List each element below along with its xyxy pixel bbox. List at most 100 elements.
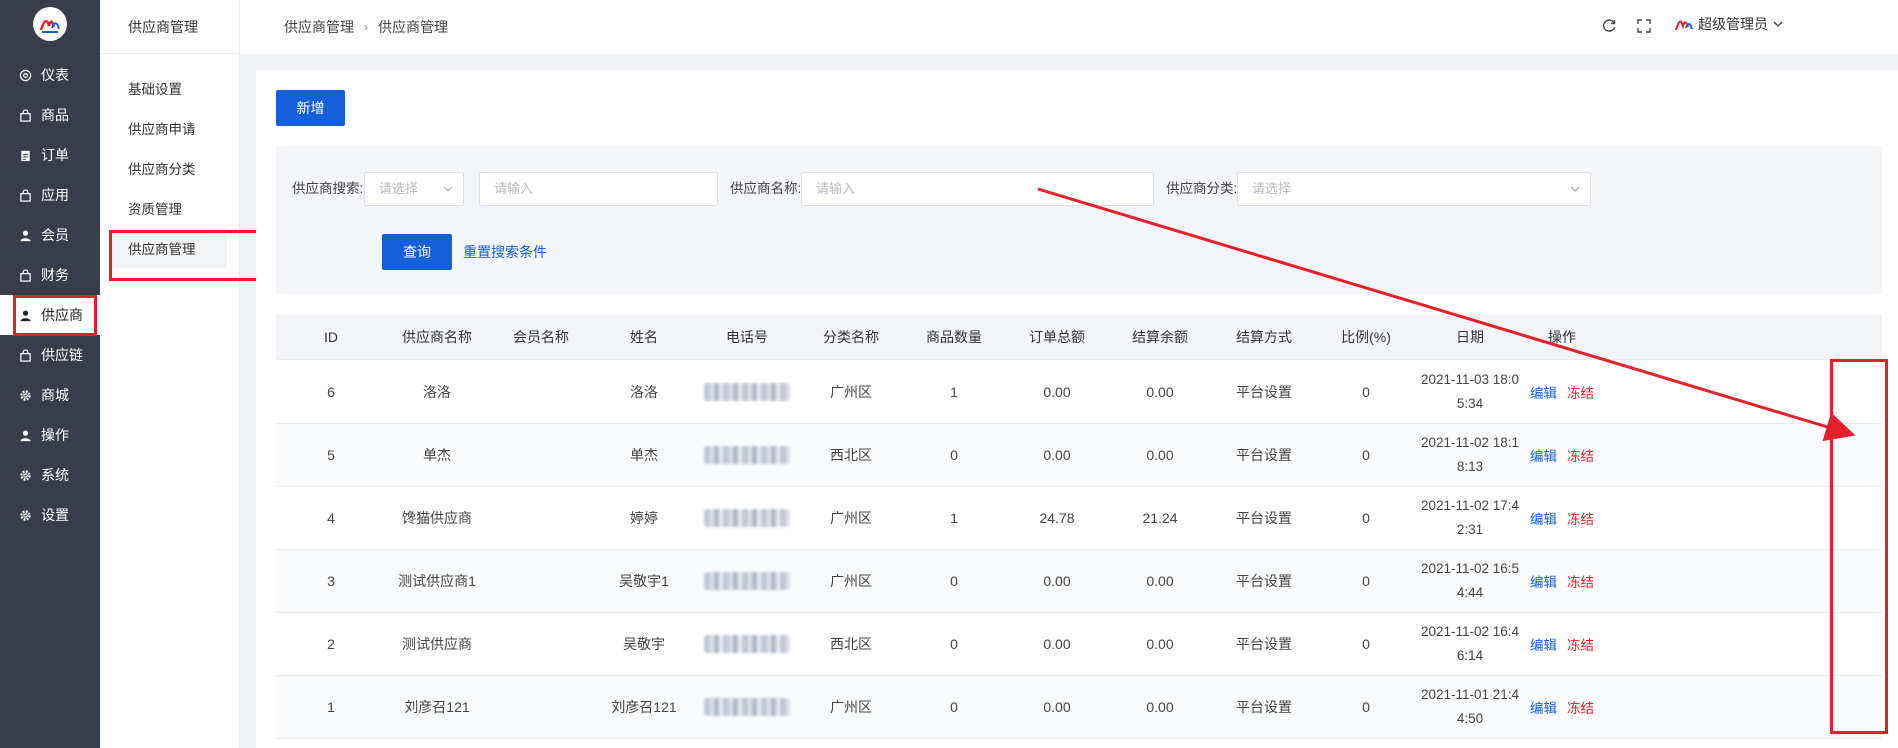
sidebar-item[interactable]: 财务	[0, 255, 100, 295]
cell-member	[496, 676, 586, 738]
column-header: 操作	[1548, 329, 1576, 345]
cell-balance: 0.00	[1146, 384, 1174, 400]
cell-ratio: 0	[1362, 699, 1370, 715]
user-icon	[18, 428, 32, 442]
gear-icon	[18, 468, 32, 482]
cell-method: 平台设置	[1236, 384, 1292, 400]
sidebar-item[interactable]: 仪表	[0, 55, 100, 95]
chevron-down-icon	[1570, 186, 1580, 192]
cell-category: 西北区	[830, 636, 872, 652]
table-row: 3 测试供应商1 吴敬宇1 广州区 0 0.00 0.00 平台设置 0 2021-11-02 1…	[276, 550, 1882, 613]
cell-balance: 0.00	[1146, 699, 1174, 715]
freeze-link[interactable]: 冻结	[1567, 508, 1594, 528]
refresh-icon[interactable]	[1600, 17, 1618, 35]
cell-phone	[697, 613, 797, 675]
cell-method: 平台设置	[1236, 447, 1292, 463]
cell-id: 2	[327, 636, 335, 652]
dashboard-icon	[18, 68, 32, 82]
edit-link[interactable]: 编辑	[1530, 445, 1557, 465]
freeze-link[interactable]: 冻结	[1567, 382, 1594, 402]
cell-balance: 0.00	[1146, 636, 1174, 652]
cell-method: 平台设置	[1236, 699, 1292, 715]
breadcrumb-item: 供应商管理	[378, 19, 448, 35]
table-row: 2 测试供应商 吴敬宇 西北区 0 0.00 0.00 平台设置 0 2021-11-02 16:…	[276, 613, 1882, 676]
freeze-link[interactable]: 冻结	[1567, 571, 1594, 591]
cell-balance: 0.00	[1146, 447, 1174, 463]
supplier-name-input[interactable]: 请输入	[801, 172, 1154, 206]
edit-link[interactable]: 编辑	[1530, 382, 1557, 402]
sidebar-item-label: 设置	[41, 507, 69, 523]
sidebar-item[interactable]: 商城	[0, 375, 100, 415]
sidebar-item[interactable]: 系统	[0, 455, 100, 495]
app-logo[interactable]	[33, 7, 67, 41]
query-button[interactable]: 查询	[382, 234, 452, 270]
cell-member	[496, 361, 586, 423]
cell-method: 平台设置	[1236, 636, 1292, 652]
cell-balance: 21.24	[1142, 510, 1178, 526]
cell-id: 5	[327, 447, 335, 463]
sub-item-basic-settings[interactable]: 基础设置	[100, 68, 240, 108]
supplier-category-label: 供应商分类:	[1166, 181, 1238, 196]
bag-icon	[18, 108, 32, 122]
cell-category: 广州区	[830, 510, 872, 526]
sidebar-item[interactable]: 设置	[0, 495, 100, 535]
sidebar-item-label: 应用	[41, 187, 69, 203]
column-header: 比例(%)	[1341, 329, 1391, 345]
freeze-link[interactable]: 冻结	[1567, 697, 1594, 717]
table-header: ID 供应商名称 会员名称 姓名 电话号 分类名称 商品数量 订单总额 结算余额 结算方式 比例(%…	[276, 314, 1882, 360]
edit-link[interactable]: 编辑	[1530, 697, 1557, 717]
sub-item-qualification[interactable]: 资质管理	[100, 188, 240, 228]
redacted-phone	[704, 383, 790, 401]
cell-goods: 0	[950, 573, 958, 589]
sidebar-item[interactable]: 商品	[0, 95, 100, 135]
sidebar-item[interactable]: 供应链	[0, 335, 100, 375]
redacted-phone	[704, 635, 790, 653]
cell-goods: 0	[950, 636, 958, 652]
cell-actions: 编辑 冻结	[1527, 487, 1597, 549]
cell-total: 0.00	[1043, 699, 1071, 715]
add-button[interactable]: 新增	[276, 90, 345, 126]
edit-link[interactable]: 编辑	[1530, 571, 1557, 591]
sidebar-item[interactable]: 操作	[0, 415, 100, 455]
select-placeholder: 请选择	[379, 181, 419, 196]
breadcrumb-item[interactable]: 供应商管理	[284, 17, 354, 37]
reset-search-link[interactable]: 重置搜索条件	[463, 234, 547, 270]
search-filter: 供应商搜索: 请选择 请输入 供应商名称: 请输入 供应商分类: 请选择 查询 …	[276, 146, 1882, 294]
sub-item-supplier-category[interactable]: 供应商分类	[100, 148, 240, 188]
bag-icon	[18, 348, 32, 362]
sidebar-item[interactable]: 订单	[0, 135, 100, 175]
edit-link[interactable]: 编辑	[1530, 634, 1557, 654]
supplier-category-select[interactable]: 请选择	[1237, 172, 1591, 206]
cell-goods: 1	[950, 384, 958, 400]
cell-ratio: 0	[1362, 447, 1370, 463]
table-row: 4 馋猫供应商 婷婷 广州区 1 24.78 21.24 平台设置 0 2021-11-02 17…	[276, 487, 1882, 550]
freeze-link[interactable]: 冻结	[1567, 445, 1594, 465]
top-header: 供应商管理 › 供应商管理 超级管理员	[240, 0, 1898, 54]
cell-ratio: 0	[1362, 384, 1370, 400]
user-menu[interactable]: 超级管理员	[1674, 14, 1784, 34]
sub-item-supplier-apply[interactable]: 供应商申请	[100, 108, 240, 148]
supplier-search-input[interactable]: 请输入	[479, 172, 718, 206]
cell-total: 0.00	[1043, 384, 1071, 400]
cell-date: 2021-11-02 16:4 6:14	[1420, 624, 1520, 663]
cell-goods: 0	[950, 447, 958, 463]
cell-member	[496, 487, 586, 549]
sidebar-item-label: 仪表	[41, 67, 69, 83]
cell-total: 24.78	[1039, 510, 1075, 526]
main-panel: 新增 供应商搜索: 请选择 请输入 供应商名称: 请输入 供应商分类: 请选择 …	[256, 70, 1898, 748]
fullscreen-icon[interactable]	[1635, 17, 1653, 35]
edit-link[interactable]: 编辑	[1530, 508, 1557, 528]
cell-date: 2021-11-03 18:0 5:34	[1420, 372, 1520, 411]
sidebar-item[interactable]: 应用	[0, 175, 100, 215]
supplier-search-label: 供应商搜索:	[292, 181, 364, 196]
input-placeholder: 请输入	[816, 181, 856, 196]
column-header: 供应商名称	[402, 329, 472, 345]
sidebar-item[interactable]: 供应商	[0, 295, 100, 336]
cell-person: 单杰	[630, 447, 658, 463]
sidebar-item[interactable]: 会员	[0, 215, 100, 255]
cell-actions: 编辑 冻结	[1527, 613, 1597, 675]
sidebar-item-label: 供应链	[41, 347, 83, 363]
supplier-search-select[interactable]: 请选择	[364, 172, 464, 206]
freeze-link[interactable]: 冻结	[1567, 634, 1594, 654]
table-row: 1 刘彦召121 刘彦召121 广州区 0 0.00 0.00 平台设置 0 2021-11-01…	[276, 676, 1882, 739]
